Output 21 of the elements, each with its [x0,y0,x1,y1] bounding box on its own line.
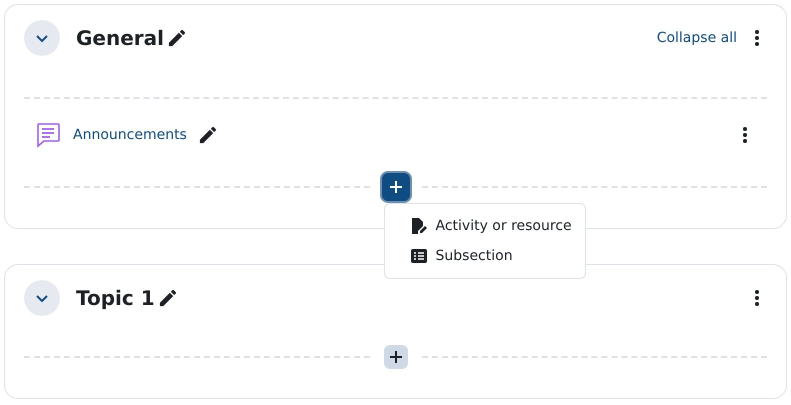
more-icon[interactable] [743,127,747,143]
more-icon[interactable] [755,30,759,46]
file-edit-icon [410,218,426,234]
section-title: General [76,26,164,50]
edit-icon[interactable] [198,126,217,144]
collapse-all-link[interactable]: Collapse all [656,30,737,46]
plus-icon [390,181,402,193]
collapse-toggle[interactable] [24,20,60,56]
plus-icon [390,351,402,363]
add-button[interactable] [384,345,408,369]
more-icon[interactable] [755,290,759,306]
add-button[interactable] [382,173,410,201]
menu-item[interactable]: Subsection [384,241,584,271]
list-icon [410,249,426,263]
menu-item[interactable]: Activity or resource [384,211,584,241]
collapse-toggle[interactable] [24,280,60,316]
section-title: Topic 1 [76,286,155,310]
edit-icon[interactable] [158,289,177,307]
chat-icon [35,122,61,148]
activity-link[interactable]: Announcements [73,127,187,143]
edit-icon[interactable] [168,29,186,47]
